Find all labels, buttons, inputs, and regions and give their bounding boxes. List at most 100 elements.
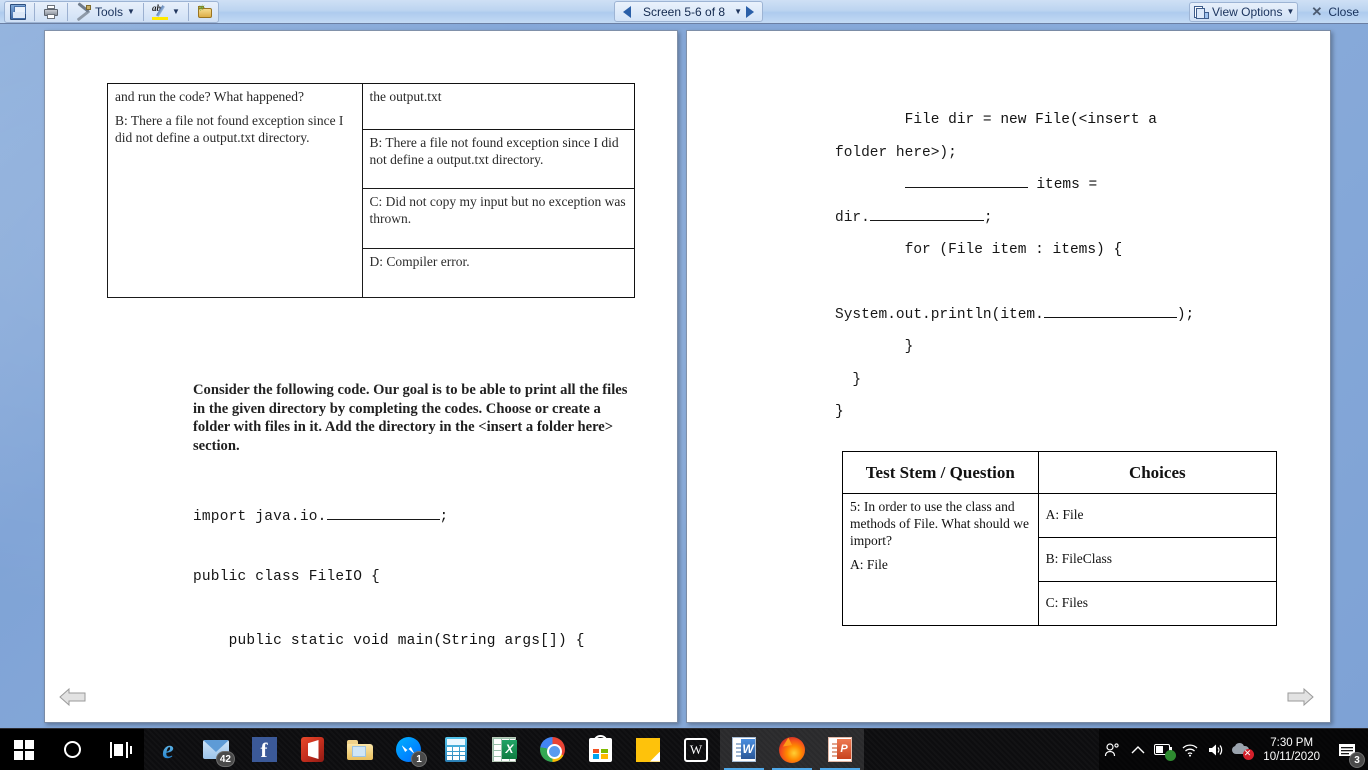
windows-taskbar: e 42 f 1 X W W P ✕ 7:30 PM 10/11/2020 3 <box>0 728 1368 770</box>
task-view-icon <box>110 741 132 758</box>
next-screen-button[interactable] <box>742 5 758 18</box>
wifi-icon <box>1182 743 1198 757</box>
volume-button[interactable] <box>1203 729 1229 770</box>
taskbar-app-facebook[interactable]: f <box>240 729 288 770</box>
taskbar-app-chrome[interactable] <box>528 729 576 770</box>
toolbar-divider <box>142 2 144 21</box>
code-line: } <box>835 371 862 388</box>
code-line: folder here>); <box>835 144 957 161</box>
column-header-question: Test Stem / Question <box>842 450 1039 495</box>
people-button[interactable] <box>1099 729 1125 770</box>
code-line: } <box>835 404 844 420</box>
fill-in-blank <box>326 519 440 520</box>
document-viewer[interactable]: and run the code? What happened? B: Ther… <box>0 24 1368 728</box>
previous-screen-button[interactable] <box>619 5 635 18</box>
battery-icon <box>1154 742 1177 761</box>
choice-cell: C: Files <box>1037 581 1278 627</box>
save-button[interactable] <box>6 2 30 22</box>
choice-cell: A: File <box>1037 493 1278 539</box>
clock[interactable]: 7:30 PM 10/11/2020 <box>1255 736 1328 764</box>
search-button[interactable] <box>48 729 96 770</box>
table-row: and run the code? What happened? B: Ther… <box>107 83 636 298</box>
code-fragment: ); <box>1176 306 1195 323</box>
close-button[interactable]: ✕ Close <box>1307 2 1363 22</box>
people-icon <box>1105 742 1119 756</box>
choice-cell: B: There a file not found exception sinc… <box>361 128 636 190</box>
code-line: File dir = new File(<insert a <box>835 112 1157 128</box>
taskbar-app-internet-explorer[interactable]: e <box>144 729 192 770</box>
code-fragment: dir. <box>835 209 870 226</box>
network-button[interactable] <box>1177 729 1203 770</box>
code-fragment: System.out.println(item. <box>835 306 1044 323</box>
chevron-up-icon <box>1131 745 1145 753</box>
taskbar-app-wattpad[interactable]: W <box>672 729 720 770</box>
taskbar-app-office[interactable] <box>288 729 336 770</box>
next-page-arrow[interactable] <box>1286 686 1314 708</box>
internet-explorer-icon: e <box>162 734 174 764</box>
taskbar-app-microsoft-store[interactable] <box>576 729 624 770</box>
taskbar-app-word[interactable]: W <box>720 728 768 770</box>
code-line: } <box>835 339 914 355</box>
chevron-down-icon[interactable]: ▼ <box>734 7 742 16</box>
facebook-icon: f <box>251 737 277 762</box>
highlighter-icon: ab <box>151 3 168 20</box>
answers-table: and run the code? What happened? B: Ther… <box>107 83 636 299</box>
battery-button[interactable] <box>1151 729 1177 770</box>
onedrive-button[interactable]: ✕ <box>1229 729 1255 770</box>
taskbar-app-file-explorer[interactable] <box>336 729 384 770</box>
instructions-paragraph: Consider the following code. Our goal is… <box>193 382 628 455</box>
highlight-button[interactable]: ab ▼ <box>148 2 184 22</box>
speaker-icon <box>1208 744 1222 755</box>
taskbar-app-mail[interactable]: 42 <box>192 729 240 770</box>
arrow-right-icon <box>745 5 754 18</box>
code-line: System.out.println(item.); <box>835 306 1295 323</box>
test-stem-table: Test Stem / Question Choices 5: In order… <box>842 450 1278 627</box>
start-button[interactable] <box>0 729 48 770</box>
printer-icon <box>43 4 59 20</box>
close-icon: ✕ <box>1311 3 1323 19</box>
taskbar-system-group <box>0 728 144 770</box>
code-line-class: public class FileIO { <box>193 569 380 585</box>
code-line-main: public static void main(String args[]) { <box>193 633 585 649</box>
tools-icon <box>76 1 92 21</box>
taskbar-app-sticky-notes[interactable] <box>624 729 672 770</box>
document-page-right: File dir = new File(<insert a folder her… <box>686 30 1331 723</box>
taskbar-app-calculator[interactable] <box>432 729 480 770</box>
sticky-notes-icon <box>636 737 660 762</box>
fill-in-blank <box>904 187 1028 188</box>
new-folder-icon: ✳ <box>197 3 213 20</box>
question-text-2: B: There a file not found exception sinc… <box>115 112 344 145</box>
choice-cell: C: Did not copy my input but no exceptio… <box>361 188 636 249</box>
code-import-suffix: ; <box>439 509 449 525</box>
task-view-button[interactable] <box>96 729 144 770</box>
taskbar-app-messenger[interactable]: 1 <box>384 729 432 770</box>
view-options-button[interactable]: View Options ▼ <box>1189 1 1299 22</box>
taskbar-app-excel[interactable]: X <box>480 729 528 770</box>
show-hidden-icons-button[interactable] <box>1125 729 1151 770</box>
notification-center-button[interactable]: 3 <box>1328 729 1366 770</box>
code-line: items = <box>835 178 1295 193</box>
tools-button[interactable]: Tools ▼ <box>72 1 139 22</box>
code-import-prefix: import java.io. <box>193 509 327 525</box>
code-fragment: items = <box>1027 177 1098 193</box>
code-fragment <box>835 177 905 193</box>
choice-cell: D: Compiler error. <box>361 247 636 299</box>
screen-navigator: Screen 5-6 of 8 ▼ <box>614 1 763 22</box>
code-line: for (File item : items) { <box>835 242 1123 258</box>
tools-label: Tools <box>95 4 124 19</box>
question-stem: 5: In order to use the class and methods… <box>850 499 1029 548</box>
taskbar-app-powerpoint[interactable]: P <box>816 728 864 770</box>
clock-time: 7:30 PM <box>1270 736 1314 749</box>
print-button[interactable] <box>39 2 63 22</box>
previous-page-arrow[interactable] <box>59 686 87 708</box>
new-folder-button[interactable]: ✳ <box>193 2 217 22</box>
view-options-icon <box>1193 4 1209 20</box>
toolbar-left-group: Tools ▼ ab ▼ ✳ <box>4 0 219 23</box>
taskbar-app-firefox[interactable] <box>768 728 816 770</box>
column-header-choices: Choices <box>1037 450 1278 495</box>
file-explorer-icon <box>347 739 373 760</box>
chrome-icon <box>539 737 565 762</box>
mail-badge: 42 <box>215 750 235 767</box>
toolbar-right-group: View Options ▼ ✕ Close <box>1188 1 1364 22</box>
